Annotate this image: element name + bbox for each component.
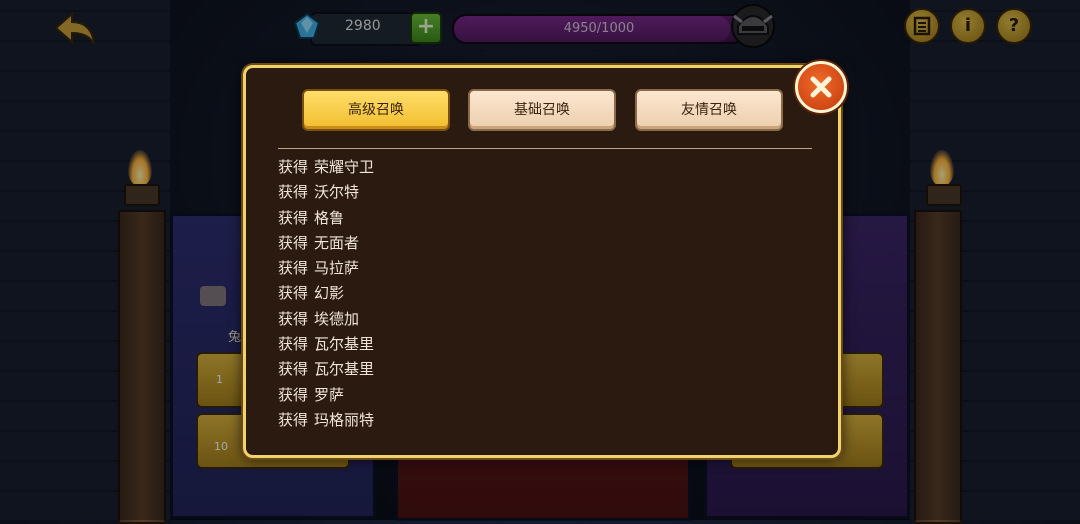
log-verb: 获得 — [278, 158, 309, 176]
divider — [278, 148, 812, 149]
hero-name: 瓦尔基里 — [314, 360, 375, 379]
close-button[interactable] — [795, 61, 847, 113]
log-verb: 获得 — [278, 284, 309, 303]
list-item: 获得 罗萨 — [278, 383, 374, 408]
log-verb: 获得 — [278, 208, 309, 227]
list-item: 获得 埃德加 — [278, 307, 374, 332]
log-verb: 获得 — [278, 360, 309, 379]
log-verb: 获得 — [278, 259, 309, 278]
list-item: 获得 马拉萨 — [278, 256, 374, 281]
list-item: 获得 玛格丽特 — [278, 408, 374, 433]
list-item: 获得 沃尔特 — [278, 180, 374, 205]
log-verb: 获得 — [278, 233, 309, 252]
hero-name: 幻影 — [314, 284, 345, 303]
log-verb: 获得 — [278, 309, 309, 328]
list-item: 获得 瓦尔基里 — [278, 357, 374, 382]
hero-name: 荣耀守卫 — [314, 158, 375, 176]
list-item: 获得 格鲁 — [278, 206, 374, 231]
hero-name: 无面者 — [314, 233, 360, 252]
hero-name: 埃德加 — [314, 309, 360, 328]
close-icon — [810, 76, 832, 98]
list-item: 获得 瓦尔基里 — [278, 332, 374, 357]
list-item: 获得 荣耀守卫 — [278, 155, 374, 180]
list-item: 获得 幻影 — [278, 281, 374, 306]
log-verb: 获得 — [278, 385, 309, 404]
tab-basic-summon[interactable]: 基础召唤 — [468, 89, 616, 131]
hero-name: 马拉萨 — [314, 259, 360, 278]
hero-name: 瓦尔基里 — [314, 335, 375, 354]
hero-name: 玛格丽特 — [314, 410, 375, 429]
hero-name: 罗萨 — [314, 385, 345, 404]
log-verb: 获得 — [278, 335, 309, 354]
tab-advanced-summon[interactable]: 高级召唤 — [302, 89, 450, 131]
tab-friendship-summon[interactable]: 友情召唤 — [635, 89, 783, 131]
list-item: 获得 无面者 — [278, 231, 374, 256]
log-verb: 获得 — [278, 410, 309, 429]
hero-name: 格鲁 — [314, 208, 345, 227]
summon-log-list: 获得 荣耀守卫 获得 沃尔特 获得 格鲁 获得 无面者 获得 马拉萨 获得 幻影 获得 埃德加… — [278, 155, 374, 433]
log-verb: 获得 — [278, 183, 309, 202]
hero-name: 沃尔特 — [314, 183, 360, 202]
summon-log-dialog: 高级召唤 基础召唤 友情召唤 获得 荣耀守卫 获得 沃尔特 获得 格鲁 获得 无面者 获… — [243, 65, 841, 458]
